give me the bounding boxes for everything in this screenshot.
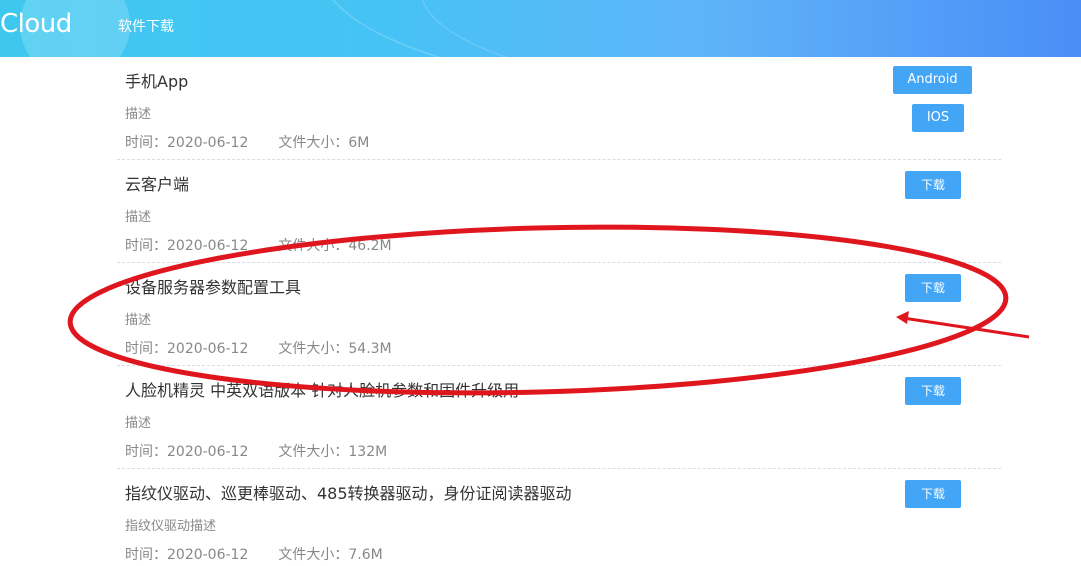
list-item-drivers: 指纹仪驱动、巡更棒驱动、485转换器驱动，身份证阅读器驱动 指纹仪驱动描述 时间… xyxy=(117,469,1001,566)
header-wave xyxy=(420,0,1081,57)
item-time: 时间：2020-06-12 xyxy=(125,135,249,151)
item-title: 指纹仪驱动、巡更棒驱动、485转换器驱动，身份证阅读器驱动 xyxy=(125,484,572,503)
item-title: 云客户端 xyxy=(125,175,190,194)
item-meta: 时间：2020-06-12 文件大小：54.3M xyxy=(125,338,392,358)
item-title: 设备服务器参数配置工具 xyxy=(125,278,302,297)
nav-software-download[interactable]: 软件下载 xyxy=(118,16,174,36)
item-title: 手机App xyxy=(125,72,189,91)
download-list: 手机App 描述 时间：2020-06-12 文件大小：6M Android IO… xyxy=(117,57,1001,566)
item-meta: 时间：2020-06-12 文件大小：7.6M xyxy=(125,544,383,564)
top-header: Cloud 软件下载 xyxy=(0,0,1081,57)
item-time: 时间：2020-06-12 xyxy=(125,341,249,357)
item-meta: 时间：2020-06-12 文件大小：132M xyxy=(125,441,387,461)
item-description: 描述 xyxy=(125,313,152,328)
download-button[interactable]: 下载 xyxy=(905,377,961,405)
item-size: 文件大小：6M xyxy=(278,135,370,151)
item-time: 时间：2020-06-12 xyxy=(125,444,249,460)
ios-download-button[interactable]: IOS xyxy=(912,104,964,132)
item-meta: 时间：2020-06-12 文件大小：6M xyxy=(125,132,369,152)
download-button[interactable]: 下载 xyxy=(905,480,961,508)
item-description: 描述 xyxy=(125,210,152,225)
item-size: 文件大小：54.3M xyxy=(278,341,392,357)
list-item-face-machine: 人脸机精灵 中英双语版本 针对人脸机参数和固件升级用 描述 时间：2020-06… xyxy=(117,366,1001,469)
list-item-cloud-client: 云客户端 描述 时间：2020-06-12 文件大小：46.2M 下载 xyxy=(117,160,1001,263)
item-description: 描述 xyxy=(125,107,152,122)
list-item-config-tool: 设备服务器参数配置工具 描述 时间：2020-06-12 文件大小：54.3M 下… xyxy=(117,263,1001,366)
item-description: 指纹仪驱动描述 xyxy=(125,519,217,534)
android-download-button[interactable]: Android xyxy=(893,66,972,94)
item-size: 文件大小：46.2M xyxy=(278,238,392,254)
download-button[interactable]: 下载 xyxy=(905,171,961,199)
list-item-mobile-app: 手机App 描述 时间：2020-06-12 文件大小：6M Android IO… xyxy=(117,57,1001,160)
item-time: 时间：2020-06-12 xyxy=(125,238,249,254)
item-size: 文件大小：132M xyxy=(278,444,388,460)
item-title: 人脸机精灵 中英双语版本 针对人脸机参数和固件升级用 xyxy=(125,381,520,400)
item-meta: 时间：2020-06-12 文件大小：46.2M xyxy=(125,235,392,255)
download-button[interactable]: 下载 xyxy=(905,274,961,302)
item-time: 时间：2020-06-12 xyxy=(125,547,249,563)
item-description: 描述 xyxy=(125,416,152,431)
logo[interactable]: Cloud xyxy=(0,9,72,39)
item-size: 文件大小：7.6M xyxy=(278,547,383,563)
